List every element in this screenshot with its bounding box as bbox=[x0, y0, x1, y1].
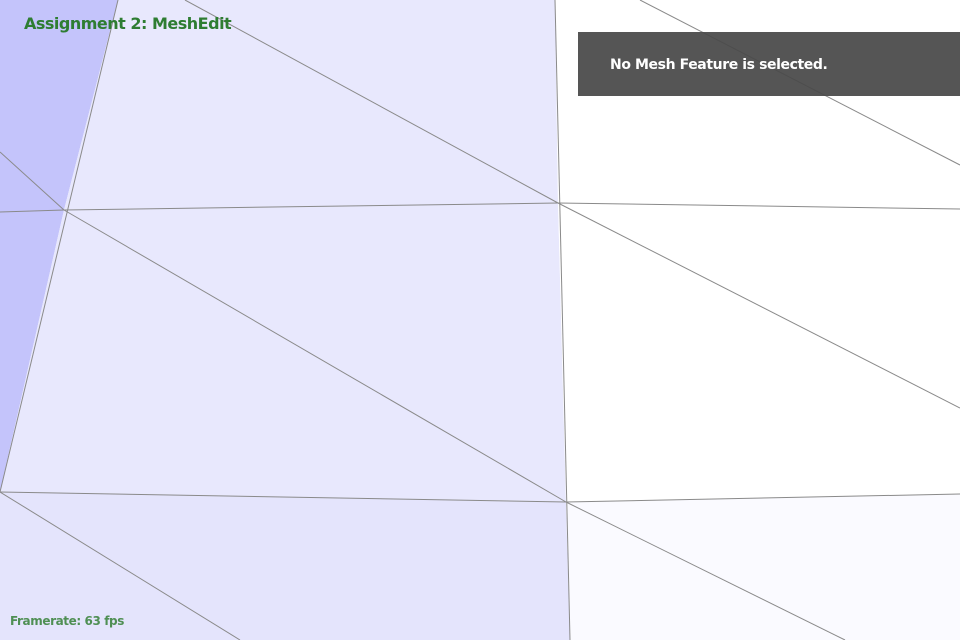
mesh-face[interactable] bbox=[0, 203, 566, 502]
framerate-readout: Framerate: 63 fps bbox=[10, 614, 124, 628]
mesh-viewport[interactable] bbox=[0, 0, 960, 640]
mesh-canvas[interactable] bbox=[0, 0, 960, 640]
mesh-face[interactable] bbox=[566, 494, 960, 640]
selection-status-text: No Mesh Feature is selected. bbox=[610, 57, 828, 73]
app-title: Assignment 2: MeshEdit bbox=[24, 14, 232, 33]
selection-info-panel: No Mesh Feature is selected. bbox=[578, 32, 960, 96]
